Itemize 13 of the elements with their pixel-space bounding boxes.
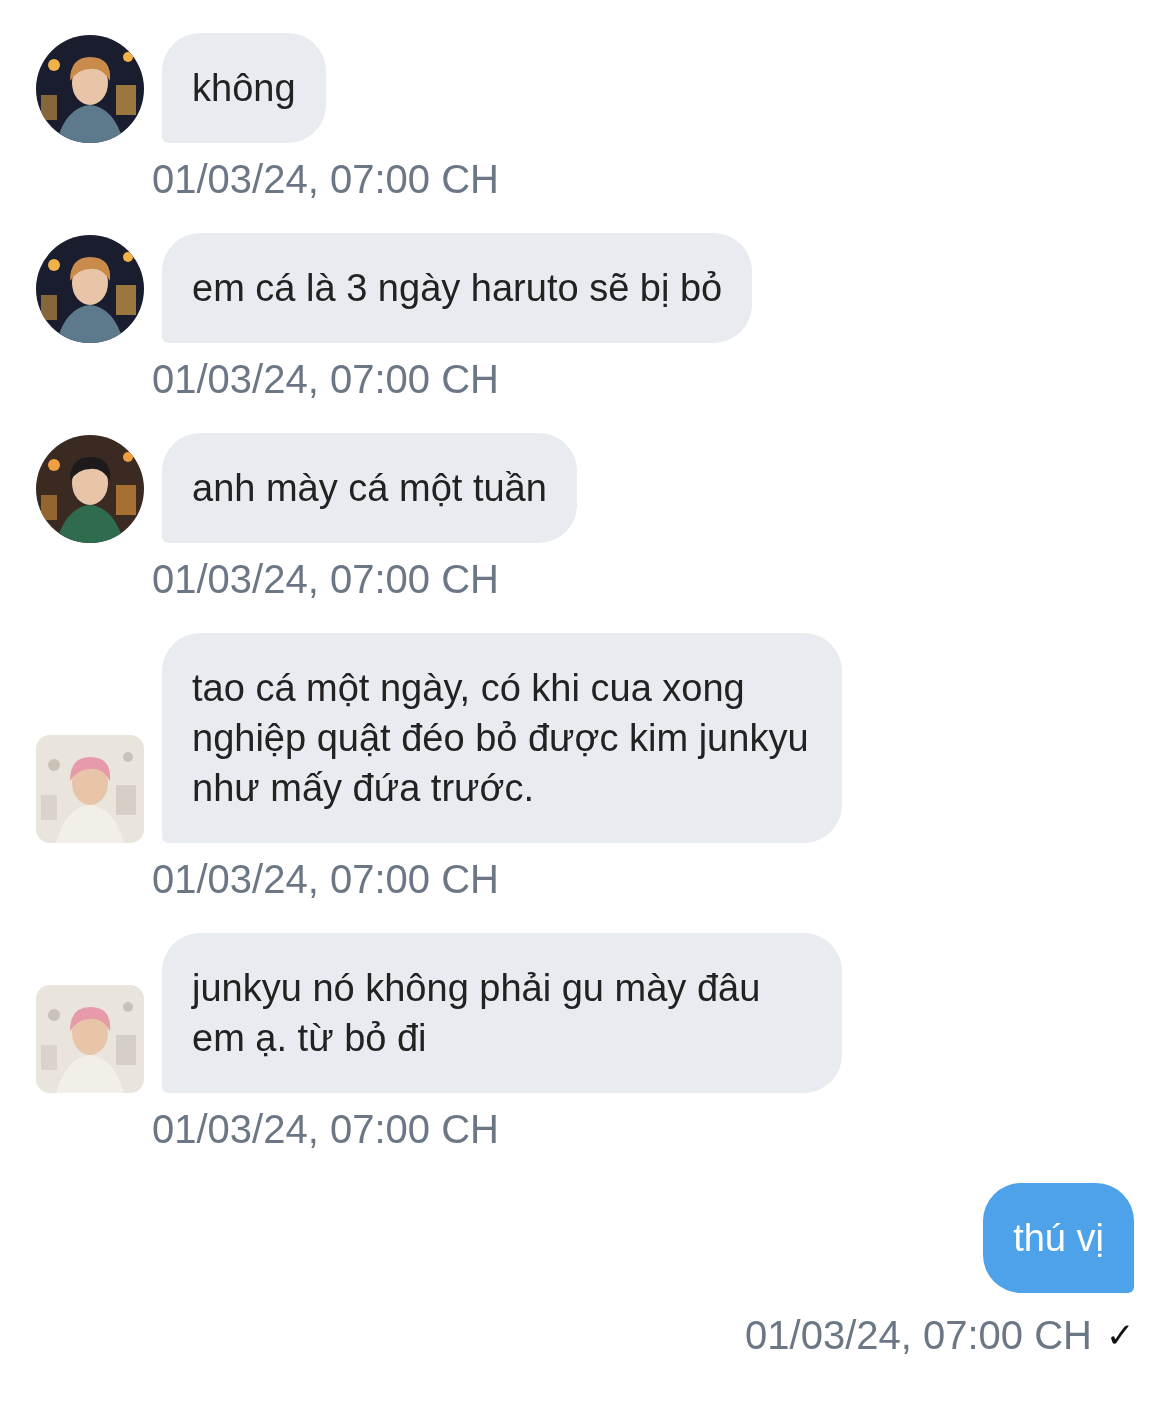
message-timestamp: 01/03/24, 07:00 CH [152, 1106, 499, 1153]
message-bubble: junkyu nó không phải gu mày đâu em ạ. từ bỏ đi [162, 933, 842, 1093]
message-timestamp: 01/03/24, 07:00 CH [745, 1312, 1092, 1359]
message-bubble: em cá là 3 ngày haruto sẽ bị bỏ [162, 233, 753, 343]
message-timestamp: 01/03/24, 07:00 CH [152, 556, 499, 603]
message-bubble: anh mày cá một tuần [162, 433, 577, 543]
message-timestamp: 01/03/24, 07:00 CH [152, 156, 499, 203]
message-bubble: thú vị [983, 1183, 1134, 1293]
message-timestamp: 01/03/24, 07:00 CH [152, 356, 499, 403]
read-status: ✓ [1106, 1314, 1134, 1356]
message-bubble: không [162, 33, 326, 143]
message-timestamp: 01/03/24, 07:00 CH [152, 856, 499, 903]
message-bubble: tao cá một ngày, có khi cua xong nghiệp quật đéo bỏ được kim junkyu như mấy đứa trước. [162, 633, 842, 843]
